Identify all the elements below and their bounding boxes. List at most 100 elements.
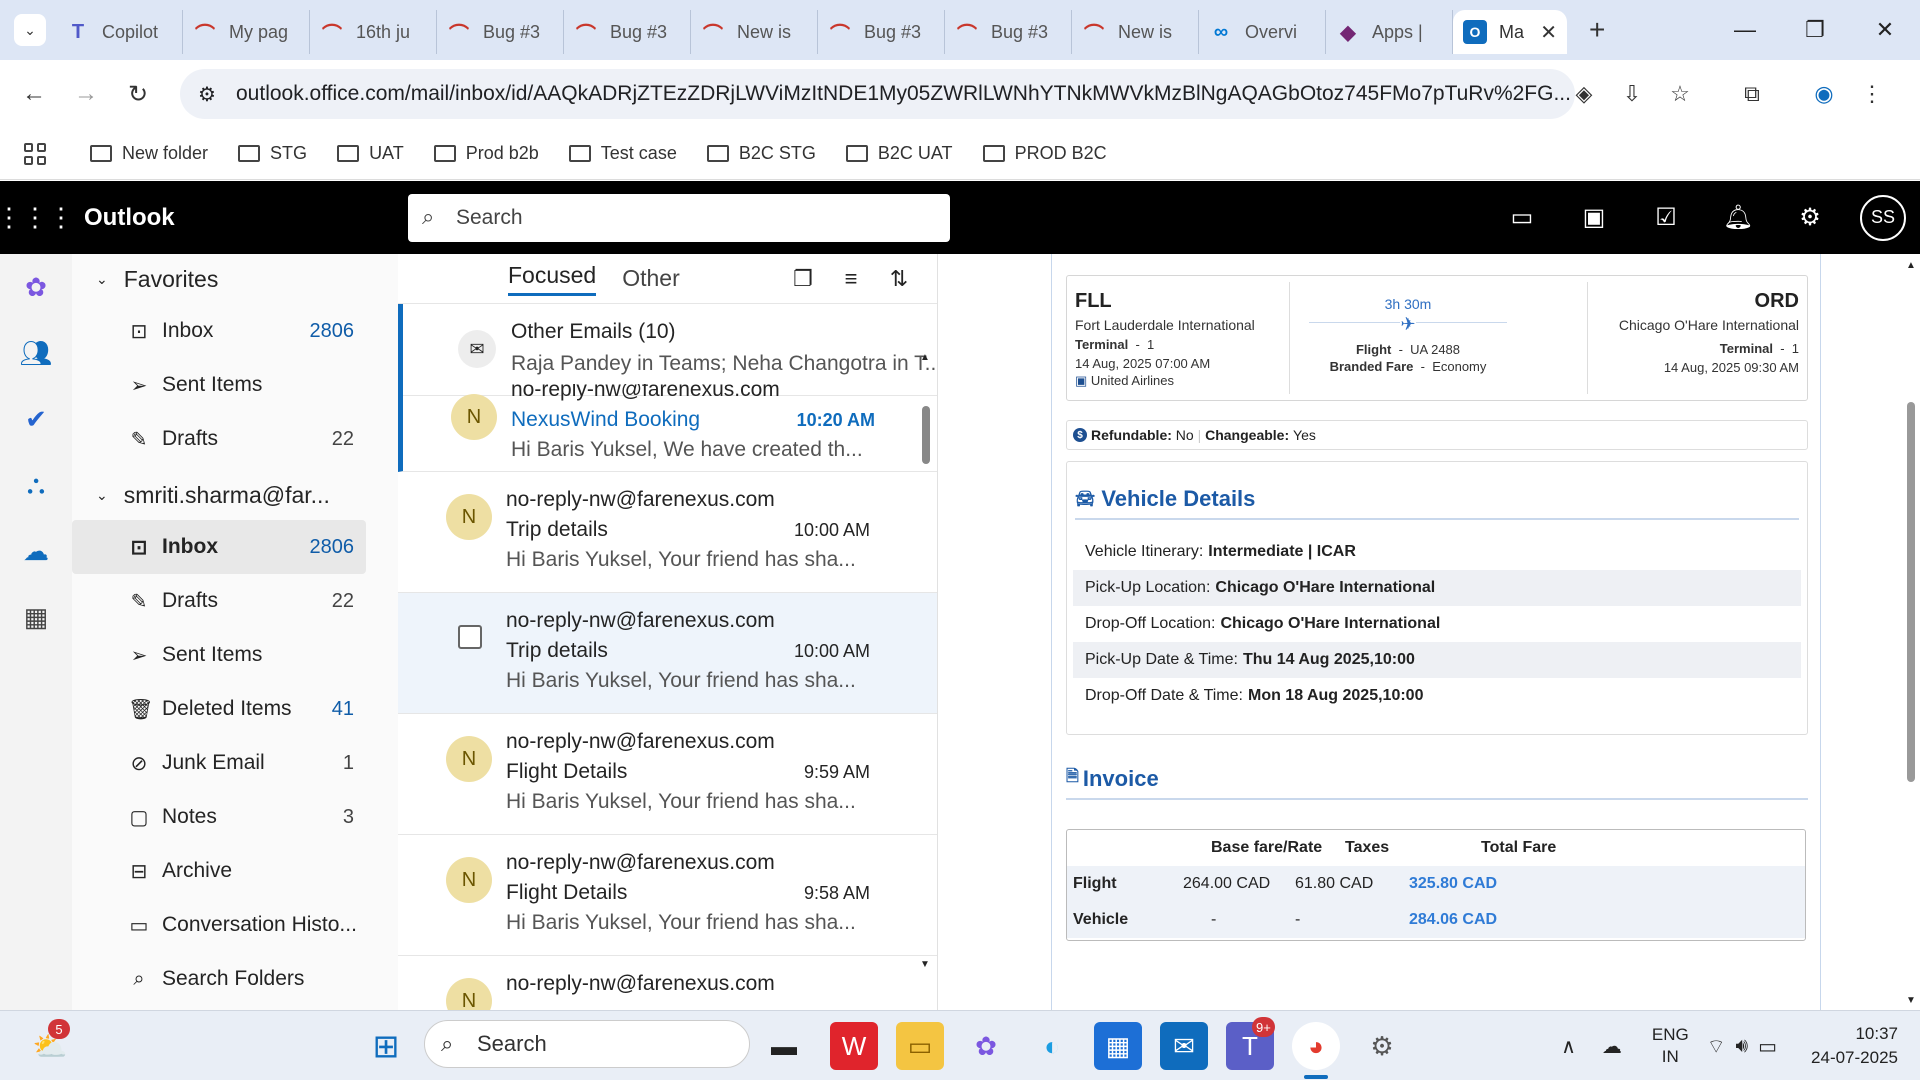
new-tab-button[interactable]: + [1589,14,1605,46]
app-launcher-icon[interactable]: ⋮⋮⋮ [0,202,74,233]
folder-item[interactable]: ⌕ Search Folders [72,952,366,1006]
volume-icon[interactable]: 🔊︎ [1736,1035,1749,1058]
people-icon[interactable]: 👥︎ [0,320,72,386]
other-emails-group[interactable]: ✉ Other Emails (10) Raja Pandey in Teams… [398,304,937,396]
chrome-icon[interactable]: ◕ [1292,1022,1340,1070]
sort-icon[interactable]: ⇅ [875,266,923,292]
junk-icon: ⊘ [130,752,148,775]
bookmark-item[interactable]: Prod b2b [433,143,539,164]
copilot-icon[interactable]: ✿ [0,254,72,320]
folder-item[interactable]: ⊡ Inbox 2806 [72,520,366,574]
gear-icon[interactable]: ⚙ [1774,181,1846,254]
extension-diamond-icon[interactable]: ◈ [1560,69,1608,119]
browser-tab[interactable]: ⌒ Bug #3 [437,10,564,54]
onedrive-icon[interactable]: ☁ [0,518,72,584]
bookmark-item[interactable]: B2C STG [706,143,816,164]
folder-item[interactable]: ➢ Sent Items [72,358,366,412]
install-app-icon[interactable]: ⇩ [1608,69,1656,119]
list-item[interactable]: Nno-reply-nw@farenexus.com NexusWind Book… [398,384,937,472]
restore-button[interactable]: ❐ [1780,0,1850,60]
browser-tab[interactable]: ⌒ 16th ju [310,10,437,54]
profile-icon[interactable]: ◉ [1800,69,1848,119]
folder-item[interactable]: ⊟ Archive [72,844,366,898]
browser-tab[interactable]: ⌒ New is [1072,10,1199,54]
address-bar[interactable]: ⚙ outlook.office.com/mail/inbox/id/AAQkA… [180,69,1575,119]
chevron-up-icon[interactable]: ∧ [1561,1034,1576,1059]
close-window-button[interactable]: ✕ [1850,0,1920,60]
filter-icon[interactable]: ≡ [827,266,875,292]
wifi-icon[interactable]: ⌔ [1707,1034,1726,1059]
edge-icon[interactable]: ◐ [1028,1022,1076,1070]
back-button[interactable]: ← [8,80,60,108]
taskbar-search[interactable]: ⌕ Search [424,1020,750,1068]
store-icon[interactable]: ▦ [1094,1022,1142,1070]
search-input[interactable]: ⌕ Search [408,194,950,242]
bookmark-item[interactable]: New folder [90,143,208,164]
reading-pane-scrollbar[interactable]: ▲ ▼ [1902,254,1920,1010]
browser-menu-icon[interactable]: ⋮ [1848,69,1896,119]
task-view-icon[interactable]: ▬ [760,1022,808,1070]
extensions-icon[interactable]: ⧉ [1728,69,1776,119]
folder-item[interactable]: ✎ Drafts 22 [72,412,366,466]
meet-now-icon[interactable]: ▭ [1486,181,1558,254]
bookmark-star-icon[interactable]: ☆ [1656,69,1704,119]
browser-tab[interactable]: ⌒ Bug #3 [945,10,1072,54]
start-icon[interactable]: ⊞ [362,1022,410,1070]
browser-tab[interactable]: ⌒ Bug #3 [564,10,691,54]
browser-tab[interactable]: T Copilot [56,10,183,54]
folder-item[interactable]: ➢ Sent Items [72,628,366,682]
clock[interactable]: 10:37 24-07-2025 [1811,1022,1898,1070]
close-tab-icon[interactable]: ✕ [1540,20,1557,45]
onenote-icon[interactable]: ▣ [1558,181,1630,254]
browser-tab[interactable]: ◆ Apps | [1326,10,1453,54]
more-apps-icon[interactable]: ▦ [0,584,72,650]
bookmark-item[interactable]: STG [238,143,307,164]
folder-item[interactable]: ⊘ Junk Email 1 [72,736,366,790]
select-icon[interactable]: ❐ [779,266,827,292]
tab-search-button[interactable]: ⌄ [14,14,46,46]
bell-icon[interactable]: 🔔︎ [1702,181,1774,254]
list-item[interactable]: Nno-reply-nw@farenexus.com Flight Details… [398,714,937,835]
avatar[interactable]: SS [1860,194,1906,241]
bookmark-item[interactable]: PROD B2C [982,143,1107,164]
minimize-button[interactable]: — [1710,0,1780,60]
browser-tab[interactable]: ⌒ Bug #3 [818,10,945,54]
message-list-scrollbar[interactable]: ▲ ▼ [918,352,934,970]
onedrive-tray-icon[interactable]: ☁ [1602,1034,1622,1059]
reload-button[interactable]: ↻ [112,80,164,109]
folder-item[interactable]: ▭ Conversation Histo... [72,898,366,952]
battery-icon[interactable]: ▭ [1758,1034,1777,1059]
folder-item[interactable]: 🗑︎ Deleted Items 41 [72,682,366,736]
apps-grid-icon[interactable] [24,142,46,165]
outlook-app-icon[interactable]: ✉ [1160,1022,1208,1070]
site-info-icon[interactable]: ⚙ [198,82,216,107]
forward-button[interactable]: → [60,80,112,108]
account-header[interactable]: ⌄ smriti.sharma@far... [72,470,398,520]
bookmark-item[interactable]: UAT [337,143,404,164]
browser-tab[interactable]: ⌒ My pag [183,10,310,54]
org-explorer-icon[interactable]: ⛬ [0,452,72,518]
list-item[interactable]: Nno-reply-nw@farenexus.com [398,956,937,1010]
favorites-header[interactable]: ⌄ Favorites [72,254,398,304]
folder-item[interactable]: ▢ Notes 3 [72,790,366,844]
tab-other[interactable]: Other [622,265,680,292]
browser-tab[interactable]: ⌒ New is [691,10,818,54]
folder-item[interactable]: ⊡ Inbox 2806 [72,304,366,358]
bookmark-item[interactable]: B2C UAT [845,143,953,164]
list-item[interactable]: Nno-reply-nw@farenexus.com Flight Details… [398,835,937,956]
tab-outlook-active[interactable]: O Ma ✕ [1453,10,1567,54]
wps-icon[interactable]: W [830,1022,878,1070]
folder-item[interactable]: ✎ Drafts 22 [72,574,366,628]
list-item[interactable]: Nno-reply-nw@farenexus.com Trip details 10… [398,472,937,593]
bookmark-item[interactable]: Test case [568,143,677,164]
language-indicator[interactable]: ENG IN [1652,1024,1689,1068]
copilot-app-icon[interactable]: ✿ [962,1022,1010,1070]
list-item[interactable]: no-reply-nw@farenexus.com Trip details 10:… [398,593,937,714]
select-checkbox[interactable] [458,625,482,649]
todo-check-icon[interactable]: ✔ [0,386,72,452]
browser-tab[interactable]: ∞ Overvi [1199,10,1326,54]
settings-app-icon[interactable]: ⚙ [1358,1022,1406,1070]
file-explorer-icon[interactable]: ▭ [896,1022,944,1070]
todo-icon[interactable]: ☑ [1630,181,1702,254]
tab-focused[interactable]: Focused [508,262,597,296]
